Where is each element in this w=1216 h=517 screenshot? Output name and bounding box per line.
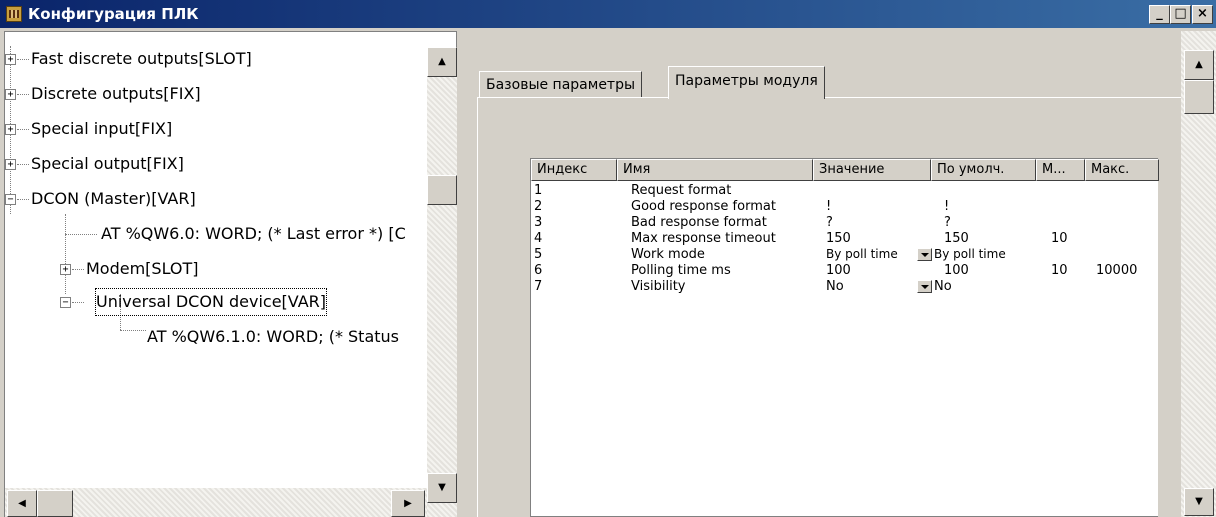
minimize-button[interactable]: _	[1149, 5, 1170, 24]
tree-item-label: Discrete outputs[FIX]	[31, 84, 201, 103]
cell-value[interactable]: ?	[826, 215, 833, 230]
cell-index: 5	[534, 247, 543, 262]
tree-item-label: Modem[SLOT]	[86, 259, 199, 278]
cell-index: 4	[534, 231, 543, 246]
tree-connector	[17, 164, 29, 165]
tree-connector	[17, 199, 29, 200]
expand-icon[interactable]: +	[5, 89, 16, 100]
collapse-icon[interactable]: −	[60, 297, 71, 308]
cell-index: 7	[534, 279, 543, 294]
cell-index: 3	[534, 215, 543, 230]
column-header-max[interactable]: Макс.	[1085, 159, 1159, 181]
cell-name: Work mode	[631, 247, 705, 262]
scroll-up-icon[interactable]: ▲	[1184, 50, 1214, 80]
tree-hscroll-thumb[interactable]	[37, 490, 73, 517]
column-header-default[interactable]: По умолч.	[931, 159, 1036, 181]
expand-icon[interactable]: +	[60, 264, 71, 275]
tree-connector	[72, 269, 84, 270]
cell-index: 2	[534, 199, 543, 214]
cell-value[interactable]: No	[826, 279, 844, 294]
tree-item-label: AT %QW6.0: WORD; (* Last error *) [C	[101, 224, 406, 243]
cell-value[interactable]: By poll time	[826, 247, 898, 262]
cell-min: 10	[1051, 231, 1068, 246]
tree-connector	[17, 129, 29, 130]
cell-value[interactable]: 150	[826, 231, 851, 246]
expand-icon[interactable]: +	[5, 159, 16, 170]
panel-scroll-thumb[interactable]	[1184, 80, 1214, 114]
column-header-name[interactable]: Имя	[617, 159, 813, 181]
tree-item-label: Special output[FIX]	[31, 154, 184, 173]
cell-default: 150	[944, 231, 969, 246]
scroll-down-icon[interactable]: ▼	[427, 473, 457, 503]
maximize-button[interactable]: □	[1170, 5, 1191, 24]
cell-default: No	[934, 279, 952, 294]
tree-vertical-scrollbar[interactable]	[427, 47, 457, 517]
scroll-right-icon[interactable]: ▶	[391, 490, 425, 517]
cell-index: 6	[534, 263, 543, 278]
tree-item-label: DCON (Master)[VAR]	[31, 189, 196, 208]
tree-connector	[65, 234, 97, 235]
dropdown-arrow-icon[interactable]	[917, 280, 932, 293]
tab-basic-parameters[interactable]: Базовые параметры	[479, 71, 643, 98]
plc-config-window: Конфигурация ПЛК _ □ × + Fast discrete o…	[0, 0, 1216, 517]
cell-default: 100	[944, 263, 969, 278]
cell-index: 1	[534, 183, 543, 198]
dropdown-arrow-icon[interactable]	[917, 248, 932, 261]
cell-name: Polling time ms	[631, 263, 731, 278]
collapse-icon[interactable]: −	[5, 194, 16, 205]
cell-value[interactable]: !	[826, 199, 831, 214]
cell-name: Bad response format	[631, 215, 767, 230]
properties-panel: Базовые параметры Параметры модуля Индек…	[463, 31, 1181, 517]
cell-default: ?	[944, 215, 951, 230]
module-parameters-table: Индекс Имя Значение По умолч. М... Макс.…	[530, 158, 1159, 517]
tree-item-label: AT %QW6.1.0: WORD; (* Status	[147, 327, 400, 346]
expand-icon[interactable]: +	[5, 124, 16, 135]
window-title: Конфигурация ПЛК	[28, 5, 199, 23]
cell-default: By poll time	[934, 247, 1006, 261]
scroll-left-icon[interactable]: ◀	[7, 490, 37, 517]
cell-min: 10	[1051, 263, 1068, 278]
cell-max: 10000	[1096, 263, 1138, 278]
tree-connector	[120, 330, 146, 331]
tree-item-label: Universal DCON device[VAR]	[94, 288, 328, 316]
expand-icon[interactable]: +	[5, 54, 16, 65]
tree-connector	[17, 59, 29, 60]
tree-connector	[17, 94, 29, 95]
column-header-index[interactable]: Индекс	[531, 159, 617, 181]
scroll-up-icon[interactable]: ▲	[427, 47, 457, 77]
column-header-value[interactable]: Значение	[813, 159, 931, 181]
tree-item-label: Special input[FIX]	[31, 119, 173, 138]
tree-guide-line	[65, 214, 66, 294]
close-button[interactable]: ×	[1192, 5, 1213, 24]
cell-name: Request format	[631, 183, 732, 198]
config-tree: + Fast discrete outputs[SLOT] + Discrete…	[4, 31, 457, 517]
tree-connector	[72, 302, 84, 303]
tree-item-label: Fast discrete outputs[SLOT]	[31, 49, 252, 68]
cell-name: Max response timeout	[631, 231, 776, 246]
cell-value[interactable]: 100	[826, 263, 851, 278]
tab-module-parameters[interactable]: Параметры модуля	[668, 66, 825, 99]
column-header-min[interactable]: М...	[1036, 159, 1085, 181]
cell-default: !	[944, 199, 950, 214]
scroll-down-icon[interactable]: ▼	[1184, 488, 1214, 516]
plc-config-icon	[6, 6, 22, 22]
cell-name: Visibility	[631, 279, 686, 294]
tree-scroll-thumb[interactable]	[427, 175, 457, 205]
title-bar[interactable]: Конфигурация ПЛК _ □ ×	[0, 0, 1216, 28]
cell-name: Good response format	[631, 199, 776, 214]
